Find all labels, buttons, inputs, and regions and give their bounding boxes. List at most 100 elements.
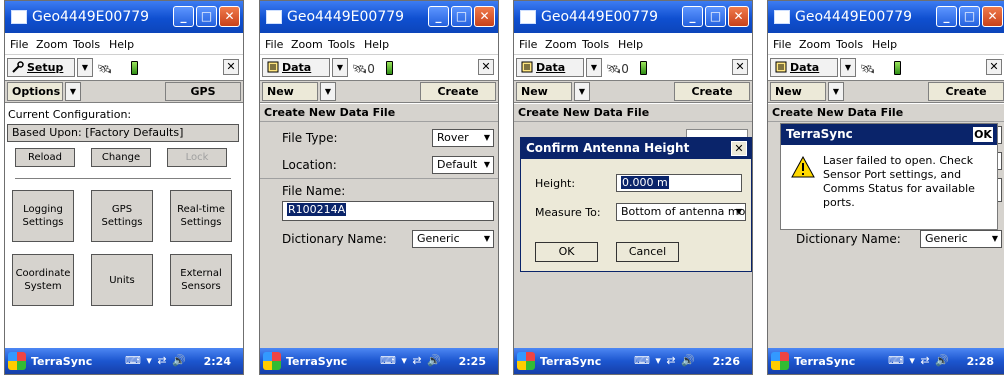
notepad-icon [521,61,533,73]
section-button[interactable]: Data [516,58,584,77]
dictionary-select[interactable]: Generic ▼ [412,230,494,248]
start-icon[interactable] [771,352,789,370]
new-dropdown-arrow[interactable]: ▼ [828,82,844,101]
close-window-button[interactable]: ✕ [728,6,749,27]
start-icon[interactable] [517,352,535,370]
close-window-button[interactable]: ✕ [474,6,495,27]
new-button[interactable]: New [770,82,826,101]
ok-button[interactable]: OK [535,242,598,262]
screen-antenna-height: Geo4449E00779 _ □ ✕ File Zoom Tools Help… [513,0,753,375]
section-button[interactable]: Setup [7,58,75,77]
height-input[interactable]: 0.000 m [616,174,742,192]
dictionary-select[interactable]: Generic ▼ [920,230,1002,248]
menu-help[interactable]: Help [872,38,897,51]
dialog-close-icon[interactable]: ✕ [731,141,747,156]
start-icon[interactable] [263,352,281,370]
create-button[interactable]: Create [420,82,496,101]
section-button[interactable]: Data [770,58,838,77]
new-button[interactable]: New [516,82,572,101]
close-section-button[interactable]: ✕ [732,59,748,75]
menu-file[interactable]: File [519,38,537,51]
maximize-button[interactable]: □ [959,6,980,27]
file-type-select[interactable]: Rover ▼ [432,129,494,147]
section-dropdown-arrow[interactable]: ▼ [840,58,856,77]
section-dropdown-arrow[interactable]: ▼ [332,58,348,77]
menu-tools[interactable]: Tools [582,38,609,51]
menu-file[interactable]: File [773,38,791,51]
reload-button[interactable]: Reload [15,148,75,167]
maximize-button[interactable]: □ [196,6,217,27]
create-data-content: Create New Data File ▼ ▼ Dictionary Name… [768,104,1004,348]
menu-zoom[interactable]: Zoom [799,38,831,51]
menu-file[interactable]: File [10,38,28,51]
screen-create-data: Geo4449E00779 _ □ ✕ File Zoom Tools Help… [259,0,499,375]
coordinate-system-button[interactable]: Coordinate System [12,254,74,306]
units-button[interactable]: Units [91,254,153,306]
minimize-button[interactable]: _ [173,6,194,27]
menu-bar: File Zoom Tools Help [260,35,498,53]
location-select[interactable]: Default ▼ [432,156,494,174]
realtime-settings-button[interactable]: Real-time Settings [170,190,232,242]
menu-zoom[interactable]: Zoom [36,38,68,51]
close-section-button[interactable]: ✕ [986,59,1002,75]
new-dropdown-arrow[interactable]: ▼ [574,82,590,101]
chevron-down-icon: ▼ [735,207,742,216]
wrench-icon [12,61,24,73]
menu-tools[interactable]: Tools [328,38,355,51]
window-title: Geo4449E00779 [795,9,913,25]
external-sensors-button[interactable]: External Sensors [170,254,232,306]
start-icon[interactable] [8,352,26,370]
gps-button[interactable]: GPS [165,82,241,101]
menu-tools[interactable]: Tools [836,38,863,51]
tray-icons[interactable]: ⌨ ▾ ⇄ 🔊 [634,354,696,367]
section-dropdown-arrow[interactable]: ▼ [586,58,602,77]
tray-icons[interactable]: ⌨ ▾ ⇄ 🔊 [380,354,442,367]
maximize-button[interactable]: □ [451,6,472,27]
new-dropdown-arrow[interactable]: ▼ [320,82,336,101]
notepad-icon [775,61,787,73]
close-window-button[interactable]: ✕ [219,6,240,27]
file-name-input[interactable]: R100214A [282,201,494,221]
title-bar: Geo4449E00779 _ □ ✕ [260,1,498,33]
menu-file[interactable]: File [265,38,283,51]
tray-icons[interactable]: ⌨ ▾ ⇄ 🔊 [888,354,950,367]
measure-to-select[interactable]: Bottom of antenna mo ▼ [616,203,746,221]
close-section-button[interactable]: ✕ [478,59,494,75]
new-button[interactable]: New [262,82,318,101]
create-button[interactable]: Create [928,82,1004,101]
lock-button: Lock [167,148,227,167]
menu-help[interactable]: Help [364,38,389,51]
alert-ok-button[interactable]: OK [973,127,993,142]
dictionary-value: Generic [925,232,968,245]
options-dropdown-arrow[interactable]: ▼ [65,82,81,101]
minimize-button[interactable]: _ [936,6,957,27]
taskbar-app-name: TerraSync [794,355,856,368]
satellite-count: 0 [621,62,629,76]
options-button[interactable]: Options [7,82,63,101]
change-button[interactable]: Change [91,148,151,167]
file-name-label: File Name: [282,184,346,198]
gps-settings-button[interactable]: GPS Settings [91,190,153,242]
minimize-button[interactable]: _ [428,6,449,27]
menu-help[interactable]: Help [109,38,134,51]
menu-help[interactable]: Help [618,38,643,51]
maximize-button[interactable]: □ [705,6,726,27]
menu-zoom[interactable]: Zoom [291,38,323,51]
close-section-button[interactable]: ✕ [223,59,239,75]
menu-bar: File Zoom Tools Help [514,35,752,53]
logging-settings-button[interactable]: Logging Settings [12,190,74,242]
menu-tools[interactable]: Tools [73,38,100,51]
height-label: Height: [535,177,576,190]
section-button[interactable]: Data [262,58,330,77]
section-dropdown-arrow[interactable]: ▼ [77,58,93,77]
tray-icons[interactable]: ⌨ ▾ ⇄ 🔊 [125,354,187,367]
minimize-button[interactable]: _ [682,6,703,27]
divider [260,178,498,179]
current-configuration-label: Current Configuration: [8,108,132,121]
cancel-button[interactable]: Cancel [616,242,679,262]
window-icon [520,10,536,24]
create-button[interactable]: Create [674,82,750,101]
menu-zoom[interactable]: Zoom [545,38,577,51]
close-window-button[interactable]: ✕ [982,6,1003,27]
screen-setup: Geo4449E00779 _ □ ✕ File Zoom Tools Help… [4,0,244,375]
